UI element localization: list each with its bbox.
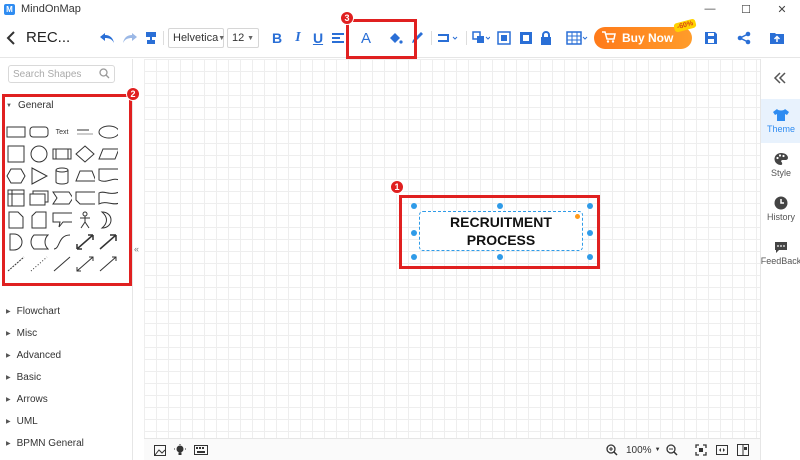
redo-icon[interactable] [121,28,139,48]
document-title[interactable]: REC... [26,29,70,46]
zoom-level-select[interactable]: 100% ▼ [626,443,661,457]
right-panel: Theme Style History FeedBack [760,59,800,460]
feedback-tab-label: FeedBack [760,255,800,266]
style-tab-label: Style [770,168,791,178]
italic-button[interactable]: I [291,28,305,48]
category-bpmn-general[interactable]: ▶ BPMN General [6,438,84,449]
lock-icon[interactable] [539,28,553,48]
category-label: Flowchart [16,306,60,317]
table-icon[interactable] [565,28,589,48]
history-tab[interactable]: History [761,187,800,231]
category-misc[interactable]: ▶ Misc [6,328,37,339]
collapse-sidebar-icon[interactable]: « [134,244,139,254]
align-icon[interactable] [331,28,345,48]
category-arrows[interactable]: ▶ Arrows [6,394,48,405]
category-label: UML [16,416,38,427]
format-painter-icon[interactable] [143,28,159,48]
app-logo: M [4,3,15,15]
chat-icon [774,241,788,256]
zoom-in-icon[interactable] [606,443,618,457]
font-family-select[interactable]: Helvetica ▼ [168,28,226,48]
annotation-box-1 [399,195,600,269]
undo-icon[interactable] [98,28,116,48]
arrange-icon[interactable] [471,28,491,48]
chevron-down-icon: ▼ [218,34,226,42]
category-basic[interactable]: ▶ Basic [6,372,41,383]
clock-icon [774,196,788,212]
zoom-out-icon[interactable] [666,443,678,457]
category-uml[interactable]: ▶ UML [6,416,38,427]
fit-screen-icon[interactable] [695,443,707,457]
category-label: Basic [16,372,42,383]
caret-right-icon: ▶ [6,375,11,381]
back-icon[interactable] [4,28,18,48]
separator [163,31,164,45]
actual-size-icon[interactable] [716,443,728,457]
caret-right-icon: ▶ [6,331,11,337]
buy-now-label: Buy Now [622,31,674,45]
minimize-button[interactable]: — [692,0,728,18]
category-label: Advanced [16,350,62,361]
cart-icon [602,30,616,46]
annotation-badge-2: 2 [126,87,140,101]
feedback-tab[interactable]: FeedBack [761,231,800,275]
collapse-panel-icon[interactable] [773,71,787,87]
window-controls: — ☐ ✕ [692,0,800,18]
category-label: Misc [16,328,38,339]
search-placeholder: Search Shapes [13,68,82,80]
bottom-bar: 100% ▼ [144,438,760,460]
search-icon [99,68,110,82]
save-icon[interactable] [703,28,719,48]
caret-right-icon: ▶ [6,309,11,315]
caret-right-icon: ▶ [6,419,11,425]
annotation-box-3 [346,19,417,59]
separator [466,31,467,45]
ungroup-icon[interactable] [518,28,534,48]
underline-button[interactable]: U [311,28,325,48]
annotation-badge-3: 3 [340,11,354,25]
font-size-select[interactable]: 12 ▼ [227,28,259,48]
category-label: Arrows [16,394,48,405]
app-title: MindOnMap [21,3,81,15]
category-label: BPMN General [16,438,84,449]
annotation-badge-1: 1 [390,180,404,194]
keyboard-icon[interactable] [194,443,208,457]
caret-right-icon: ▶ [6,397,11,403]
chevron-down-icon: ▼ [654,447,661,453]
palette-icon [773,152,789,168]
font-size-value: 12 [232,32,245,44]
chevron-down-icon: ▼ [247,34,254,42]
buy-now-button[interactable]: Buy Now -60% [594,18,697,49]
category-flowchart[interactable]: ▶ Flowchart [6,306,60,317]
line-style-icon[interactable] [436,28,460,48]
close-button[interactable]: ✕ [764,0,800,18]
share-icon[interactable] [736,28,752,48]
discount-badge: -60% [672,18,697,33]
export-icon[interactable] [768,28,786,48]
bold-button[interactable]: B [270,28,284,48]
history-tab-label: History [766,212,795,222]
theme-tab-label: Theme [766,124,795,134]
shirt-icon [772,108,790,124]
annotation-box-2 [2,94,132,286]
caret-right-icon: ▶ [6,353,11,359]
zoom-level-value: 100% [626,444,652,456]
title-bar: M MindOnMap — ☐ ✕ [0,0,800,18]
style-tab[interactable]: Style [761,143,800,187]
search-shapes-input[interactable]: Search Shapes [8,65,115,83]
font-family-value: Helvetica [173,32,219,44]
caret-right-icon: ▶ [6,441,11,447]
fullscreen-icon[interactable] [737,443,749,457]
lightbulb-icon[interactable] [174,443,186,457]
category-advanced[interactable]: ▶ Advanced [6,350,61,361]
separator [431,31,432,45]
theme-tab[interactable]: Theme [761,99,800,143]
maximize-button[interactable]: ☐ [728,0,764,18]
image-icon[interactable] [154,443,166,457]
group-icon[interactable] [496,28,512,48]
